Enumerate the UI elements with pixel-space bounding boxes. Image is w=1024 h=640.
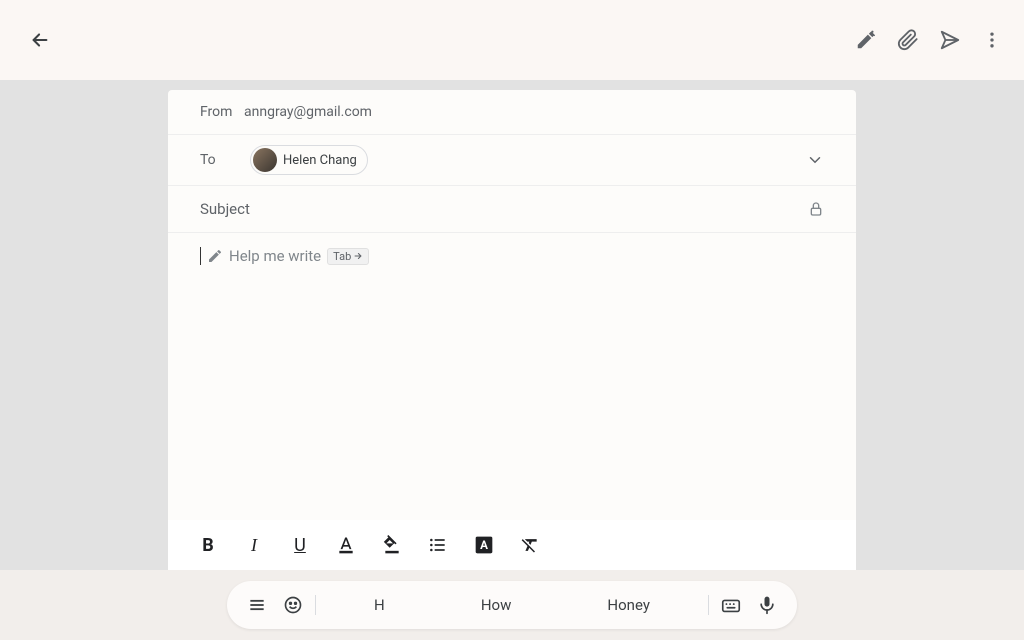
svg-text:A: A [480,538,488,552]
keyboard-pill: H How Honey [227,581,797,629]
font-background-icon: A [474,535,494,555]
tab-label: Tab [333,250,351,263]
text-color-button[interactable] [334,533,358,557]
help-me-write-hint: Help me write [229,247,321,265]
clear-format-icon [520,535,540,555]
clear-formatting-button[interactable] [518,533,542,557]
microphone-icon [757,595,777,615]
divider [708,595,709,615]
magic-pen-icon [207,248,223,264]
bold-button[interactable]: B [196,533,220,557]
back-button[interactable] [20,20,60,60]
compose-body[interactable]: Help me write Tab [168,233,856,279]
expand-recipients-button[interactable] [806,151,824,169]
magic-pen-icon [855,29,877,51]
send-icon [939,29,961,51]
tab-key-hint: Tab [327,248,369,265]
keyboard-suggestions: H How Honey [326,590,698,620]
underline-button[interactable]: U [288,533,312,557]
magic-write-button[interactable] [854,28,878,52]
arrow-right-icon [353,251,363,261]
to-row[interactable]: To Helen Chang [168,135,856,186]
highlight-icon [382,535,402,555]
text-cursor [200,247,201,265]
compose-card: From anngray@gmail.com To Helen Chang Su… [168,90,856,570]
font-background-button[interactable]: A [472,533,496,557]
recipient-name: Helen Chang [283,153,357,168]
more-vertical-icon [982,30,1002,50]
emoji-button[interactable] [281,593,305,617]
arrow-left-icon [29,29,51,51]
menu-icon [247,595,267,615]
lock-icon [808,201,824,217]
chevron-down-icon [806,151,824,169]
app-header [0,0,1024,80]
text-color-icon [336,535,356,555]
list-icon [428,535,448,555]
send-button[interactable] [938,28,962,52]
avatar [253,148,277,172]
confidential-mode-button[interactable] [808,201,824,217]
keyboard-menu-button[interactable] [245,593,269,617]
suggestion-2[interactable]: How [469,590,524,620]
subject-placeholder: Subject [200,200,250,218]
attach-button[interactable] [896,28,920,52]
divider [315,595,316,615]
header-actions [854,28,1004,52]
highlight-color-button[interactable] [380,533,404,557]
keyboard-icon [720,594,742,616]
format-toolbar: B I U A [168,520,856,570]
to-label: To [200,152,240,168]
bullet-list-button[interactable] [426,533,450,557]
recipient-chip[interactable]: Helen Chang [250,145,368,175]
more-button[interactable] [980,28,1004,52]
voice-input-button[interactable] [755,593,779,617]
keyboard-suggestion-bar: H How Honey [0,570,1024,640]
paperclip-icon [897,29,919,51]
smile-icon [283,595,303,615]
italic-button[interactable]: I [242,533,266,557]
suggestion-1[interactable]: H [362,590,397,620]
from-row[interactable]: From anngray@gmail.com [168,90,856,135]
subject-row[interactable]: Subject [168,186,856,233]
from-email: anngray@gmail.com [244,104,372,120]
from-label: From [200,104,240,120]
keyboard-toggle-button[interactable] [719,593,743,617]
suggestion-3[interactable]: Honey [595,590,662,620]
